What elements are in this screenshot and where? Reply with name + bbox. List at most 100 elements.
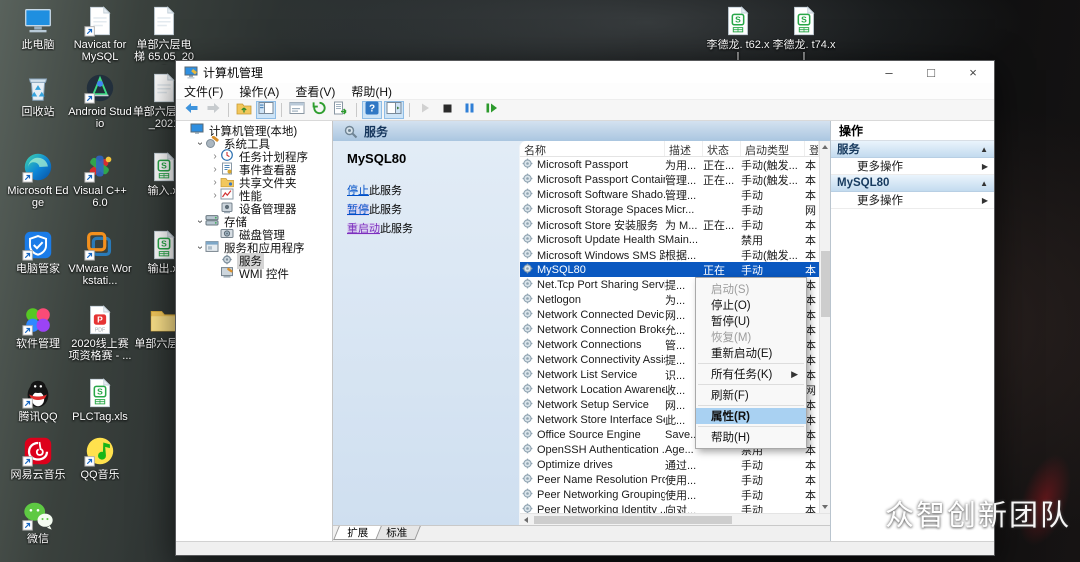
column-header[interactable]: 状态 (703, 141, 741, 156)
refresh-icon (312, 101, 327, 120)
service-link-suffix: 此服务 (380, 223, 413, 235)
maximize-button[interactable]: □ (910, 61, 952, 83)
service-logon-cell: 本 (805, 399, 816, 412)
help-button[interactable]: ? (362, 101, 382, 119)
context-menu-item[interactable]: 所有任务(K) ▶ (696, 366, 806, 382)
restart-service-button[interactable] (481, 101, 501, 119)
horizontal-scroll-thumb[interactable] (534, 515, 733, 524)
actions-section-header[interactable]: 服务 ▲ (831, 141, 994, 158)
tree-expand-icon[interactable]: › (210, 177, 220, 188)
context-menu-item[interactable]: 帮助(H) (696, 429, 806, 445)
minimize-button[interactable]: – (868, 61, 910, 83)
start-service-button[interactable] (415, 101, 435, 119)
tree-expand-icon[interactable]: › (210, 151, 220, 162)
tree-expand-icon[interactable]: › (210, 190, 220, 201)
desktop-icon[interactable]: S 李德龙. t62.xl (706, 4, 770, 64)
service-gear-icon (520, 233, 537, 247)
show-console-tree-button[interactable] (256, 101, 276, 119)
menu-item[interactable]: 文件(F) (176, 83, 231, 100)
desktop-icon[interactable]: 微信 (6, 498, 70, 545)
menu-item[interactable]: 查看(V) (287, 83, 343, 100)
properties-window-button[interactable] (287, 101, 307, 119)
submenu-arrow-icon: ▶ (981, 161, 988, 171)
column-header[interactable]: 启动类型 (741, 141, 805, 156)
scroll-down-arrow[interactable] (820, 501, 830, 513)
desktop-icon[interactable]: 回收站 (6, 71, 70, 118)
service-row[interactable]: Microsoft Passport Container 管理... 正在... 手动… (520, 172, 819, 187)
desktop-icon[interactable]: 网易云音乐 (6, 434, 70, 481)
show-action-pane-button[interactable] (384, 101, 404, 119)
collapse-icon[interactable]: ▲ (980, 145, 988, 154)
service-row[interactable]: Peer Networking Grouping 使用... 手动 本 (520, 487, 819, 502)
service-action-link[interactable]: 暂停 (347, 204, 369, 216)
context-menu-item-label: 帮助(H) (711, 432, 750, 444)
service-row[interactable]: Microsoft Software Shado... 管理... 手动 本 (520, 187, 819, 202)
service-row[interactable]: Peer Networking Identity ... 向对... 手动 本 (520, 502, 819, 513)
vertical-scrollbar[interactable] (819, 141, 830, 513)
pause-service-button[interactable] (459, 101, 479, 119)
desktop-icon[interactable]: 电脑管家 (6, 228, 70, 275)
desktop-icon[interactable]: Visual C++ 6.0 (68, 150, 132, 210)
stop-service-button[interactable] (437, 101, 457, 119)
desktop-icon[interactable]: P PDF 2020线上赛 项资格赛 - ... (68, 303, 132, 363)
tree-expand-icon[interactable]: › (210, 164, 220, 175)
service-row[interactable]: Microsoft Passport 为用... 正在... 手动(触发... 本 (520, 157, 819, 172)
desktop-icon[interactable]: QQ音乐 (68, 434, 132, 481)
collapse-icon[interactable]: ▲ (980, 179, 988, 188)
service-row[interactable]: Microsoft Update Health S... Main... 禁用 本 (520, 232, 819, 247)
horizontal-scrollbar[interactable] (520, 513, 830, 525)
close-button[interactable]: × (952, 61, 994, 83)
service-link-row: 停止此服务 (347, 182, 519, 198)
forward-button[interactable] (203, 101, 223, 119)
service-action-link[interactable]: 停止 (347, 185, 369, 197)
service-row[interactable]: MySQL80 正在 手动 本 (520, 262, 819, 277)
tree-expand-icon[interactable]: › (195, 243, 206, 253)
scroll-up-arrow[interactable] (820, 141, 830, 153)
desktop-icon[interactable]: S 李德龙. t74.xl (772, 4, 836, 64)
desktop-icon[interactable]: Android Studio (68, 71, 132, 131)
storage-icon (205, 214, 219, 230)
more-actions-item[interactable]: 更多操作 ▶ (831, 192, 994, 209)
column-header[interactable]: 名称 (520, 141, 665, 156)
tree-item-wmi[interactable]: WMI 控件 (176, 266, 332, 281)
service-row[interactable]: Optimize drives 通过... 手动 本 (520, 457, 819, 472)
column-header[interactable]: 登 (805, 141, 819, 156)
more-actions-item[interactable]: 更多操作 ▶ (831, 158, 994, 175)
tree-item-device-manager[interactable]: 设备管理器 (176, 202, 332, 216)
desktop-icon[interactable]: 此电脑 (6, 4, 70, 51)
tab-extended[interactable]: 扩展 (333, 526, 382, 540)
title-bar[interactable]: 计算机管理 – □ × (176, 61, 994, 83)
scroll-left-arrow[interactable] (520, 516, 532, 523)
forward-icon (206, 101, 221, 120)
desktop-icon[interactable]: 腾讯QQ (6, 376, 70, 423)
desktop-icon[interactable]: Navicat for MySQL (68, 4, 132, 64)
service-row[interactable]: Peer Name Resolution Pro... 使用... 手动 本 (520, 472, 819, 487)
context-menu-item[interactable]: 停止(O) (696, 297, 806, 313)
column-header[interactable]: 描述 (665, 141, 703, 156)
service-row[interactable]: Microsoft Storage Spaces S...Micr... 手动 网 (520, 202, 819, 217)
service-row[interactable]: Microsoft Windows SMS 路...根据... 手动(触发... 本 (520, 247, 819, 262)
menu-item[interactable]: 操作(A) (231, 83, 287, 100)
tree-expand-icon[interactable]: › (195, 139, 206, 149)
refresh-button[interactable] (309, 101, 329, 119)
desktop-icon[interactable]: S PLCTag.xls (68, 376, 132, 423)
up-folder-button[interactable] (234, 101, 254, 119)
service-action-link[interactable]: 重启动 (347, 223, 380, 235)
service-row[interactable]: Microsoft Store 安装服务为 M... 正在... 手动 本 (520, 217, 819, 232)
menu-item[interactable]: 帮助(H) (343, 83, 400, 100)
actions-section-header[interactable]: MySQL80 ▲ (831, 175, 994, 192)
context-menu-item[interactable]: 属性(R) (696, 408, 806, 424)
context-menu-item[interactable]: 重新启动(E) (696, 345, 806, 361)
vertical-scroll-thumb[interactable] (820, 251, 830, 317)
context-menu-item[interactable]: 暂停(U) (696, 313, 806, 329)
desktop-icon[interactable]: 软件管理 (6, 303, 70, 350)
desktop-icon[interactable]: 单部六层电梯 65.05_202 (132, 4, 196, 65)
desktop-icon[interactable]: VMware Workstati... (68, 228, 132, 288)
context-menu-item[interactable]: 刷新(F) (696, 387, 806, 403)
desktop-icon[interactable]: Microsoft Edge (6, 150, 70, 210)
export-list-button[interactable] (331, 101, 351, 119)
desktop-icon-label: 软件管理 (16, 338, 60, 350)
menu-separator (698, 405, 804, 406)
back-button[interactable] (181, 101, 201, 119)
tree-expand-icon[interactable]: › (195, 217, 206, 227)
